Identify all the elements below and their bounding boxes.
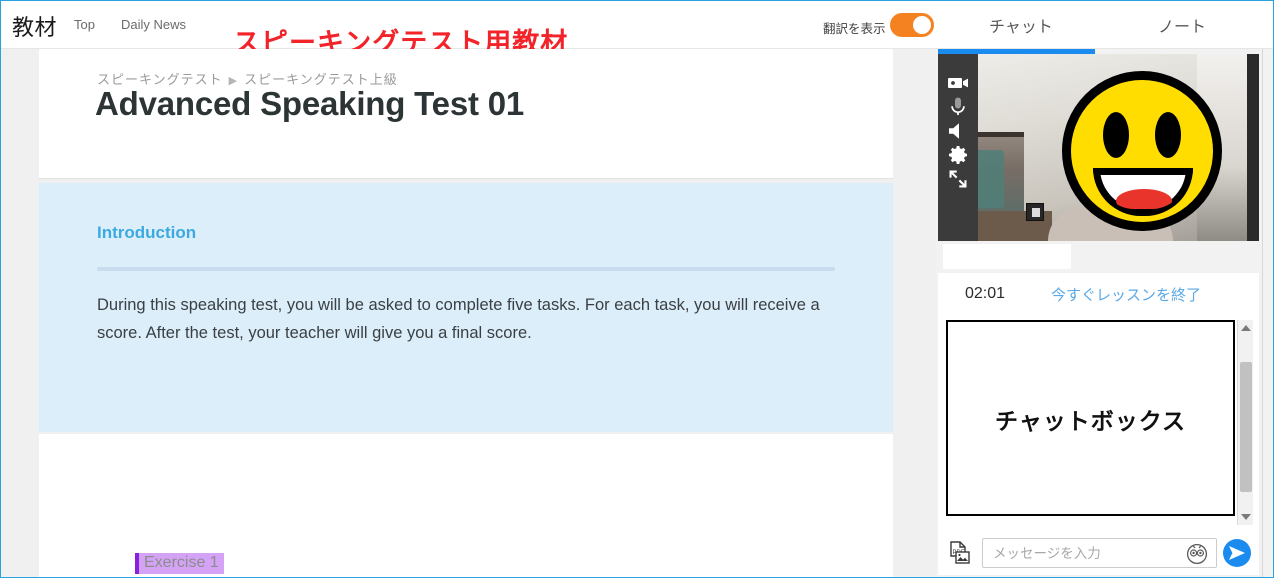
tab-chat[interactable]: チャット	[989, 13, 1053, 37]
session-status-row: 02:01 今すぐレッスンを終了	[938, 273, 1259, 318]
lesson-content-area: スピーキングテスト ▶ スピーキングテスト上級 Advanced Speaking …	[1, 49, 936, 577]
chat-box-label: チャットボックス	[994, 408, 1187, 434]
page-title: Advanced Speaking Test 01	[95, 85, 525, 122]
lesson-title-card: スピーキングテスト ▶ スピーキングテスト上級 Advanced Speaking …	[39, 49, 893, 179]
camera-icon[interactable]	[946, 71, 970, 95]
introduction-card: Introduction During this speaking test, …	[39, 183, 893, 432]
video-controls-rail	[938, 54, 978, 241]
translation-toggle-label: 翻訳を表示	[823, 22, 886, 36]
right-panel: 講師 自分 02:01 今すぐレッスンを終了 チャットボックス	[936, 49, 1273, 577]
chat-scrollbar[interactable]	[1237, 320, 1253, 525]
chat-message-input[interactable]	[982, 538, 1217, 568]
brand-logo[interactable]: 教材	[12, 10, 57, 42]
send-message-button[interactable]	[1223, 539, 1251, 567]
video-stream-teacher[interactable]	[938, 54, 1259, 241]
introduction-divider	[97, 267, 835, 271]
introduction-body-text: During this speaking test, you will be a…	[97, 296, 820, 342]
chat-composer: PDF	[938, 531, 1259, 575]
emoji-picker-icon[interactable]	[1186, 543, 1208, 565]
toggle-knob	[913, 16, 931, 34]
fullscreen-icon[interactable]	[946, 167, 970, 191]
top-bar: 教材 Top Daily News スピーキングテスト用教材 翻訳を表示 チャッ…	[1, 1, 1273, 58]
teacher-smiley-overlay-icon	[1062, 71, 1222, 231]
video-bg-edge	[1247, 54, 1259, 241]
nav-link-daily-news[interactable]: Daily News	[121, 17, 186, 32]
lesson-timer: 02:01	[965, 285, 1006, 302]
pdf-image-attach-icon[interactable]: PDF	[948, 541, 974, 567]
video-bg-outlet	[1026, 203, 1044, 221]
gear-icon[interactable]	[946, 143, 970, 167]
introduction-heading: Introduction	[97, 223, 197, 242]
video-footer-blank	[943, 244, 1071, 269]
exercise-card: Exercise 1 Read Aloud	[39, 434, 893, 577]
end-lesson-link[interactable]: 今すぐレッスンを終了	[1051, 284, 1201, 305]
translation-toggle[interactable]	[890, 13, 934, 37]
exercise-label: Exercise 1	[135, 553, 224, 574]
smiley-eye-left	[1103, 112, 1129, 158]
chat-box[interactable]: チャットボックス	[946, 320, 1235, 516]
scrollbar-thumb[interactable]	[1240, 362, 1252, 492]
video-footer-strip	[938, 241, 1259, 273]
smiley-eye-right	[1155, 112, 1181, 158]
microphone-icon[interactable]	[946, 95, 970, 119]
scroll-down-icon[interactable]	[1241, 514, 1251, 520]
tab-note[interactable]: ノート	[1158, 13, 1206, 37]
speaker-icon[interactable]	[946, 119, 970, 143]
smiley-tongue	[1116, 189, 1172, 209]
chat-messages-panel: チャットボックス	[938, 318, 1259, 531]
app-root: 教材 Top Daily News スピーキングテスト用教材 翻訳を表示 チャッ…	[0, 0, 1274, 578]
panel-divider	[1262, 49, 1263, 577]
smiley-mouth	[1093, 168, 1193, 216]
scroll-up-icon[interactable]	[1241, 325, 1251, 331]
nav-link-top[interactable]: Top	[74, 17, 95, 32]
